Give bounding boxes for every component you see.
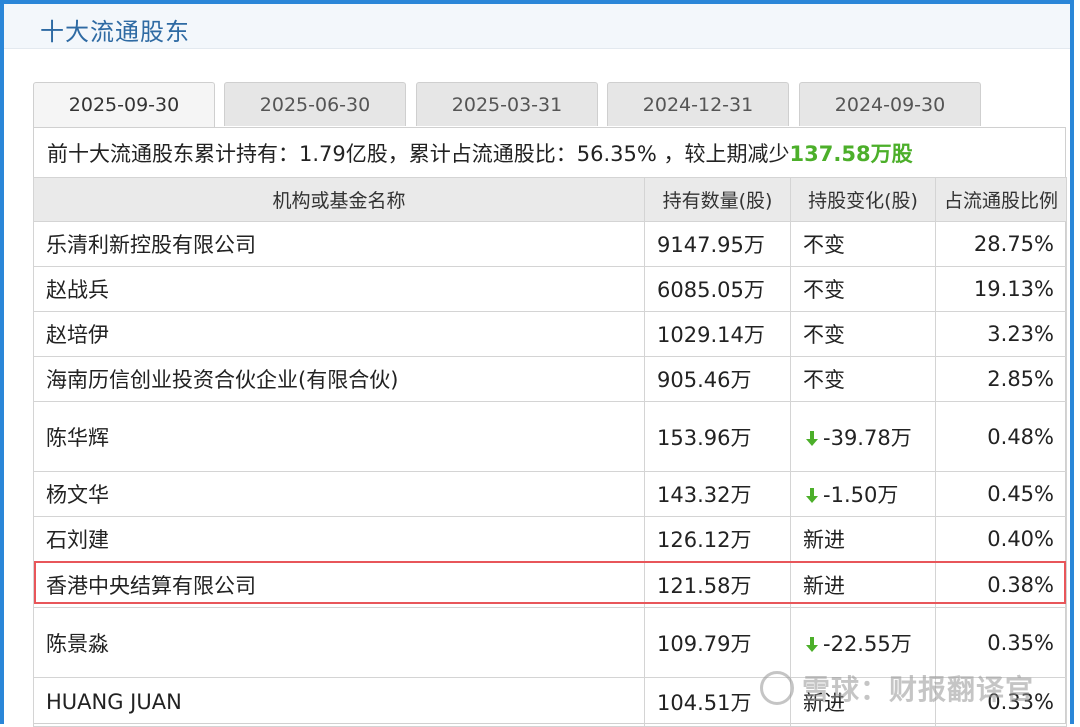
holding-amount: 153.96万	[644, 401, 791, 472]
holding-change: -1.50万	[790, 471, 936, 517]
summary-prefix: 前十大流通股东累计持有：	[47, 142, 299, 166]
tab-2025-03-31[interactable]: 2025-03-31	[416, 82, 598, 126]
section-title: 十大流通股东	[40, 18, 190, 46]
holder-name[interactable]: 赵培伊	[33, 311, 645, 357]
holding-change-value: 不变	[803, 368, 845, 392]
section-header: 十大流通股东	[4, 4, 1070, 49]
holding-amount: 6085.05万	[644, 266, 791, 312]
table-row[interactable]: 陈华辉 153.96万 -39.78万 0.48%	[33, 401, 1067, 472]
col-header-name: 机构或基金名称	[33, 177, 645, 222]
summary-total-ratio: 56.35%	[576, 142, 657, 166]
watermark-logo-icon	[760, 671, 794, 705]
tab-2024-12-31[interactable]: 2024-12-31	[607, 82, 789, 126]
holder-name[interactable]: 陈景淼	[33, 607, 645, 678]
tab-2024-09-30[interactable]: 2024-09-30	[799, 82, 981, 126]
holder-name[interactable]: 杨文华	[33, 471, 645, 517]
table-row[interactable]: 香港中央结算有限公司 121.58万 新进 0.38%	[33, 561, 1067, 608]
holder-name[interactable]: 陈华辉	[33, 401, 645, 472]
col-header-amount: 持有数量(股)	[644, 177, 791, 222]
holding-change-value: 不变	[803, 278, 845, 302]
holding-amount: 1029.14万	[644, 311, 791, 357]
table-row[interactable]: 赵培伊 1029.14万 不变 3.23%	[33, 311, 1067, 357]
holding-change: 不变	[790, 356, 936, 402]
holding-change-value: 新进	[803, 528, 845, 552]
holder-name[interactable]: HUANG JUAN	[33, 677, 645, 727]
arrow-down-icon	[806, 636, 818, 652]
arrow-down-icon	[806, 488, 818, 503]
holding-change: -22.55万	[790, 607, 936, 678]
holding-change-value: 新进	[803, 573, 845, 598]
holding-change-value: 不变	[803, 233, 845, 257]
holder-name[interactable]: 乐清利新控股有限公司	[33, 221, 645, 267]
holding-change-value: -39.78万	[823, 425, 912, 450]
summary-decrease: 137.58万股	[789, 142, 913, 166]
holding-amount: 121.58万	[644, 561, 791, 608]
shareholders-table: 机构或基金名称 持有数量(股) 持股变化(股) 占流通股比例 乐清利新控股有限公…	[33, 177, 1067, 727]
holding-change-value: -1.50万	[823, 483, 899, 507]
holder-name[interactable]: 赵战兵	[33, 266, 645, 312]
holding-amount: 126.12万	[644, 516, 791, 562]
holding-change: 不变	[790, 221, 936, 267]
tab-2025-09-30[interactable]: 2025-09-30	[33, 82, 215, 128]
watermark: 雪球：财报翻译官	[760, 668, 1034, 708]
holding-amount: 9147.95万	[644, 221, 791, 267]
col-header-change: 持股变化(股)	[790, 177, 936, 222]
holder-name[interactable]: 海南历信创业投资合伙企业(有限合伙)	[33, 356, 645, 402]
holding-amount: 905.46万	[644, 356, 791, 402]
summary-total-holding: 1.79亿股	[299, 142, 388, 166]
holding-ratio: 0.38%	[935, 561, 1067, 608]
holding-ratio: 0.35%	[935, 607, 1067, 678]
holding-change: 不变	[790, 266, 936, 312]
holding-ratio: 3.23%	[935, 311, 1067, 357]
holding-change: 不变	[790, 311, 936, 357]
holding-ratio: 0.48%	[935, 401, 1067, 472]
holding-ratio: 28.75%	[935, 221, 1067, 267]
col-header-ratio: 占流通股比例	[935, 177, 1067, 222]
table-row[interactable]: 海南历信创业投资合伙企业(有限合伙) 905.46万 不变 2.85%	[33, 356, 1067, 402]
holder-name[interactable]: 香港中央结算有限公司	[33, 561, 645, 608]
summary-mid: ，累计占流通股比：	[387, 142, 577, 166]
table-row[interactable]: 杨文华 143.32万 -1.50万 0.45%	[33, 471, 1067, 517]
holding-change: 新进	[790, 516, 936, 562]
holding-ratio: 0.45%	[935, 471, 1067, 517]
summary-suffix: ，较上期减少	[656, 142, 790, 166]
table-header-row: 机构或基金名称 持有数量(股) 持股变化(股) 占流通股比例	[33, 177, 1067, 222]
holding-change: 新进	[790, 561, 936, 608]
table-row[interactable]: 陈景淼 109.79万 -22.55万 0.35%	[33, 607, 1067, 678]
watermark-text: 雪球：财报翻译官	[802, 673, 1035, 706]
holder-name[interactable]: 石刘建	[33, 516, 645, 562]
holding-ratio: 2.85%	[935, 356, 1067, 402]
holding-ratio: 19.13%	[935, 266, 1067, 312]
holding-change-value: -22.55万	[823, 631, 912, 656]
holding-amount: 109.79万	[644, 607, 791, 678]
holding-ratio: 0.40%	[935, 516, 1067, 562]
holding-change: -39.78万	[790, 401, 936, 472]
holding-amount: 143.32万	[644, 471, 791, 517]
holding-change-value: 不变	[803, 323, 845, 347]
holding-summary: 前十大流通股东累计持有：1.79亿股，累计占流通股比：56.35% ，较上期减少…	[47, 138, 913, 168]
tab-2025-06-30[interactable]: 2025-06-30	[224, 82, 406, 126]
arrow-down-icon	[806, 430, 818, 446]
table-row[interactable]: 石刘建 126.12万 新进 0.40%	[33, 516, 1067, 562]
table-row[interactable]: 赵战兵 6085.05万 不变 19.13%	[33, 266, 1067, 312]
table-row[interactable]: 乐清利新控股有限公司 9147.95万 不变 28.75%	[33, 221, 1067, 267]
